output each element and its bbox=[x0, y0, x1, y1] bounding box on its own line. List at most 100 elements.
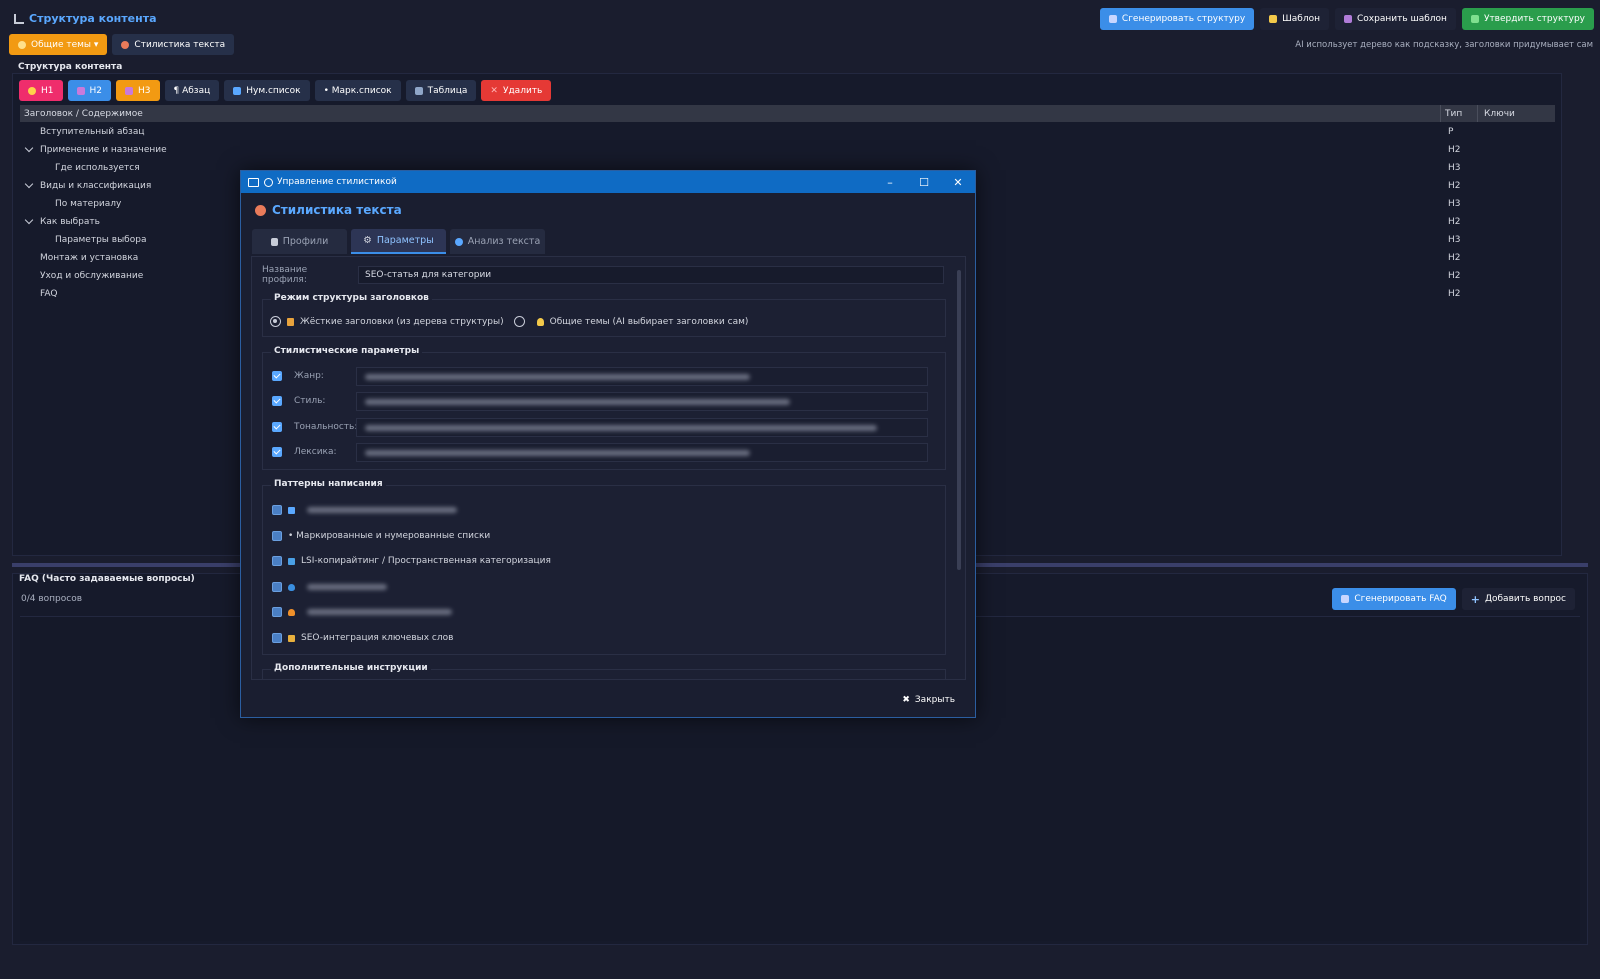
pattern-item bbox=[272, 577, 387, 597]
param-tone: Тональность: bbox=[272, 417, 928, 437]
approve-structure-button[interactable]: Утвердить структуру bbox=[1461, 8, 1594, 30]
bulb-icon bbox=[536, 317, 544, 326]
table-icon bbox=[414, 86, 423, 95]
pattern-item: LSI-копирайтинг / Пространственная катег… bbox=[272, 551, 551, 571]
general-topics-dropdown[interactable]: Общие темы ▾ bbox=[9, 34, 108, 55]
radio-fixed-headings[interactable] bbox=[270, 316, 281, 327]
lexicon-checkbox[interactable] bbox=[272, 447, 282, 457]
add-bullet-list-button[interactable]: • Марк.список bbox=[314, 80, 401, 101]
parameters-panel: Название профиля: SEO-статья для категор… bbox=[251, 256, 966, 680]
genre-checkbox[interactable] bbox=[272, 371, 282, 381]
add-table-button[interactable]: Таблица bbox=[405, 80, 477, 101]
style-dialog: Управление стилистикой – ☐ ✕ Стилистика … bbox=[240, 170, 976, 718]
pattern-checkbox[interactable] bbox=[272, 531, 282, 541]
key-icon bbox=[288, 634, 295, 642]
dialog-window-title: Управление стилистикой bbox=[277, 177, 397, 187]
patterns-title: Паттерны написания bbox=[271, 479, 386, 489]
close-button[interactable]: ✖ Закрыть bbox=[894, 689, 963, 711]
lexicon-input[interactable] bbox=[356, 442, 928, 462]
tab-text-analysis[interactable]: Анализ текста bbox=[450, 229, 545, 254]
plus-icon: + bbox=[1470, 592, 1480, 606]
close-icon[interactable]: ✕ bbox=[941, 171, 975, 193]
magnifier-icon bbox=[454, 237, 463, 246]
check-icon bbox=[1470, 15, 1479, 23]
lock-icon bbox=[287, 317, 294, 326]
add-paragraph-button[interactable]: ¶ Абзац bbox=[164, 80, 220, 101]
pattern-item: SEO-интеграция ключевых слов bbox=[272, 628, 453, 648]
column-header-type[interactable]: Тип bbox=[1440, 105, 1477, 122]
dialog-tabs: Профили ⚙ Параметры Анализ текста bbox=[252, 229, 545, 254]
bulb-icon bbox=[18, 40, 26, 49]
pattern-checkbox[interactable] bbox=[272, 556, 282, 566]
column-header-heading[interactable]: Заголовок / Содержимое bbox=[20, 109, 1440, 119]
robot-icon bbox=[1341, 595, 1350, 603]
tab-parameters[interactable]: ⚙ Параметры bbox=[351, 229, 446, 254]
extra-instructions-title: Дополнительные инструкции bbox=[271, 663, 431, 673]
save-icon bbox=[1344, 15, 1353, 23]
numbered-list-icon bbox=[233, 86, 242, 95]
genre-input[interactable] bbox=[356, 366, 928, 386]
book-icon bbox=[288, 557, 295, 565]
tree-row[interactable]: Применение и назначение H2 bbox=[20, 141, 1555, 159]
structure-mode-title: Режим структуры заголовков bbox=[271, 293, 432, 303]
faq-section-label: FAQ (Часто задаваемые вопросы) bbox=[19, 574, 195, 584]
shield-icon bbox=[288, 583, 295, 591]
text-style-button[interactable]: Стилистика текста bbox=[112, 34, 235, 55]
style-input[interactable] bbox=[356, 391, 928, 411]
dialog-titlebar[interactable]: Управление стилистикой – ☐ ✕ bbox=[241, 171, 975, 193]
add-h3-button[interactable]: H3 bbox=[116, 80, 160, 101]
mode-row: Общие темы ▾ Стилистика текста bbox=[9, 34, 235, 55]
minimize-icon[interactable]: – bbox=[873, 171, 907, 193]
pattern-checkbox[interactable] bbox=[272, 582, 282, 592]
window-icon bbox=[248, 177, 259, 187]
structure-mode-options: Жёсткие заголовки (из дерева структуры) … bbox=[270, 316, 748, 327]
gear-icon: ⚙ bbox=[363, 235, 372, 246]
patterns-group: Паттерны написания • Маркированные и нум… bbox=[262, 479, 946, 655]
palette-icon bbox=[255, 204, 266, 216]
pattern-item bbox=[272, 602, 452, 622]
structure-mode-group: Режим структуры заголовков Жёсткие загол… bbox=[262, 293, 946, 337]
app-title: Структура контента bbox=[14, 12, 157, 25]
profile-name-label: Название профиля: bbox=[262, 265, 308, 285]
scrollbar[interactable] bbox=[956, 262, 962, 674]
maximize-icon[interactable]: ☐ bbox=[907, 171, 941, 193]
generate-faq-button[interactable]: Сгенерировать FAQ bbox=[1332, 588, 1456, 610]
pattern-item bbox=[272, 500, 457, 520]
faq-count: 0/4 вопросов bbox=[21, 594, 83, 604]
template-button[interactable]: Шаблон bbox=[1260, 8, 1330, 30]
style-checkbox[interactable] bbox=[272, 396, 282, 406]
tab-profiles[interactable]: Профили bbox=[252, 229, 347, 254]
add-question-button[interactable]: + Добавить вопрос bbox=[1461, 588, 1575, 610]
add-h2-button[interactable]: H2 bbox=[67, 80, 111, 101]
scrollbar-thumb[interactable] bbox=[957, 270, 961, 570]
add-numbered-list-button[interactable]: Нум.список bbox=[224, 80, 310, 101]
pattern-checkbox[interactable] bbox=[272, 607, 282, 617]
tree-row[interactable]: Вступительный абзац P bbox=[20, 123, 1555, 141]
top-actions: Сгенерировать структуру Шаблон Сохранить… bbox=[1099, 8, 1594, 30]
delete-button[interactable]: ✕ Удалить bbox=[481, 80, 552, 101]
tone-input[interactable] bbox=[356, 417, 928, 437]
star-icon bbox=[28, 86, 36, 95]
add-h1-button[interactable]: H1 bbox=[19, 80, 63, 101]
param-genre: Жанр: bbox=[272, 366, 928, 386]
style-params-group: Стилистические параметры Жанр: Стиль: То… bbox=[262, 346, 946, 470]
close-icon: ✖ bbox=[902, 695, 910, 705]
tone-checkbox[interactable] bbox=[272, 422, 282, 432]
window-controls: – ☐ ✕ bbox=[873, 171, 975, 193]
generate-structure-button[interactable]: Сгенерировать структуру bbox=[1099, 8, 1255, 30]
structure-toolbar: H1 H2 H3 ¶ Абзац Нум.список • Марк.списо… bbox=[19, 80, 552, 101]
plus-icon bbox=[125, 86, 133, 95]
profile-name-input[interactable]: SEO-статья для категории bbox=[358, 266, 944, 284]
fire-icon bbox=[288, 608, 295, 616]
column-header-keys[interactable]: Ключи bbox=[1477, 105, 1555, 122]
pattern-checkbox[interactable] bbox=[272, 633, 282, 643]
save-template-button[interactable]: Сохранить шаблон bbox=[1335, 8, 1456, 30]
cross-icon: ✕ bbox=[490, 85, 498, 96]
faq-actions: Сгенерировать FAQ + Добавить вопрос bbox=[1332, 588, 1575, 610]
table-icon bbox=[288, 506, 295, 514]
pattern-checkbox[interactable] bbox=[272, 505, 282, 515]
radio-general-topics[interactable] bbox=[513, 316, 525, 327]
palette-icon bbox=[121, 40, 130, 49]
document-icon bbox=[270, 237, 278, 246]
robot-icon bbox=[1108, 15, 1117, 23]
